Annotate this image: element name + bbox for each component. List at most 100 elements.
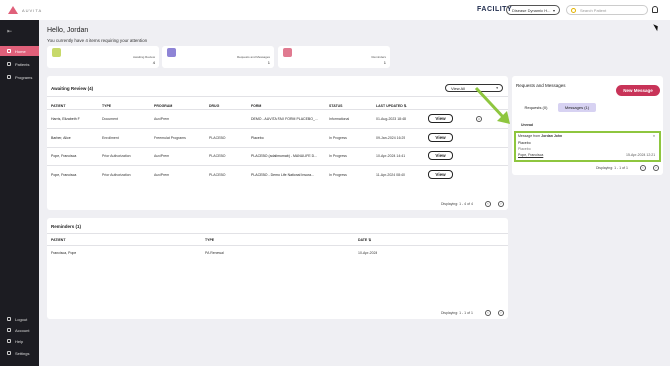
stat-value: 1 (267, 60, 270, 65)
stat-card-requests[interactable]: Requests and Messages 1 (162, 46, 274, 68)
new-message-button[interactable]: New Message (616, 85, 660, 96)
updated-cell: 01-Aug-2023 18:48 (376, 117, 406, 121)
message-sender: Jordan John (541, 134, 563, 138)
sidebar-item-home[interactable]: Home (0, 46, 39, 56)
form-link[interactable]: DEMO - AUVITA FAX FORM PLACEBO_... (251, 117, 323, 121)
patient-link[interactable]: Pope, Francisca (51, 173, 101, 177)
program-cell: AuviPrem (154, 173, 170, 177)
program-cell: Freemulat Programs (154, 136, 186, 140)
form-link[interactable]: PLACEBO (adalimumab) - MANULIFE D... (251, 154, 323, 158)
close-icon[interactable]: × (653, 134, 655, 138)
column-header-drug[interactable]: DRUG (209, 104, 219, 108)
divider (47, 165, 508, 166)
view-button[interactable]: View (428, 114, 453, 123)
program-cell: AuviPrem (154, 117, 170, 121)
patients-icon (7, 62, 11, 66)
sidebar-item-help[interactable]: Help (0, 336, 39, 346)
annotation-arrow (474, 86, 510, 124)
stat-card-reminders[interactable]: Reminders 1 (278, 46, 390, 68)
view-button[interactable]: View (428, 170, 453, 179)
form-link[interactable]: PLACEBO - Demo Life National Insura... (251, 173, 323, 177)
patient-link[interactable]: Barber, Alice (51, 136, 101, 140)
pagination-status: Displaying: 1 - 4 of 4 (441, 202, 473, 206)
panel-title: Awaiting Review (4) (51, 86, 94, 91)
patient-link[interactable]: Francisca, Pope (51, 251, 76, 255)
column-header-form[interactable]: FORM (251, 104, 261, 108)
logo[interactable]: AUVITA (8, 6, 42, 14)
reminder-icon (283, 48, 292, 57)
search-icon (571, 8, 576, 13)
sidebar-item-logout[interactable]: Logout (0, 314, 39, 324)
form-link[interactable]: Placebo (251, 136, 323, 140)
column-header-status[interactable]: STATUS (329, 104, 342, 108)
prev-page-button[interactable]: ‹ (485, 201, 491, 207)
tab-requests[interactable]: Requests (0) (518, 103, 554, 112)
stat-value: 4 (152, 60, 155, 65)
prev-page-button[interactable]: ‹ (485, 310, 491, 316)
drug-cell: PLACEBO (209, 154, 226, 158)
message-item[interactable]: Message from Jordan John × Placebo Place… (514, 131, 661, 162)
sidebar-item-label: Logout (15, 317, 28, 322)
sidebar-item-label: Settings (15, 351, 30, 356)
gear-icon (7, 351, 11, 355)
column-header-program[interactable]: PROGRAM (154, 104, 172, 108)
sidebar-item-settings[interactable]: Settings (0, 348, 39, 358)
reminders-panel: Reminders (1) PATIENT TYPE DATE ⇅ Franci… (47, 218, 508, 319)
message-from: Message from Jordan John (518, 134, 562, 138)
column-header-last-updated[interactable]: LAST UPDATED ⇅ (376, 104, 407, 108)
facility-select[interactable]: Disease Dynamic H... ▾ (506, 5, 560, 15)
type-cell: Prior Authorization (102, 154, 131, 158)
tab-messages[interactable]: Messages (1) (558, 103, 596, 112)
type-cell: Prior Authorization (102, 173, 131, 177)
bell-icon[interactable] (652, 6, 658, 13)
column-header-type[interactable]: TYPE (205, 238, 214, 242)
type-cell: Document (102, 117, 118, 121)
next-page-button[interactable]: › (653, 165, 659, 171)
view-button[interactable]: View (428, 151, 453, 160)
logo-icon (8, 6, 18, 14)
panel-title: Requests and Messages (516, 83, 566, 88)
patient-link[interactable]: Pope, Francisca (51, 154, 101, 158)
view-filter-value: View All (451, 86, 465, 91)
sidebar-item-account[interactable]: Account (0, 325, 39, 335)
sidebar-item-patients[interactable]: Patients (0, 59, 39, 69)
stat-label: Awaiting Review (133, 55, 155, 59)
drug-cell: PLACEBO (209, 136, 226, 140)
status-cell: In Progress (329, 136, 347, 140)
view-button[interactable]: View (428, 133, 453, 142)
column-header-label: LAST UPDATED (376, 104, 403, 108)
awaiting-review-panel: Awaiting Review (4) View All ▾ PATIENT T… (47, 76, 508, 210)
updated-cell: 09-Jan-2024 16:25 (376, 136, 406, 140)
greeting-subtitle: You currently have 4 items requiring you… (47, 38, 148, 43)
message-body: Placebo (518, 147, 531, 151)
sidebar-item-programs[interactable]: Programs (0, 72, 39, 82)
column-header-patient[interactable]: PATIENT (51, 238, 65, 242)
next-page-button[interactable]: › (498, 201, 504, 207)
sidebar-item-label: Patients (15, 62, 30, 67)
date-cell: 10-Apr-2024 (358, 251, 378, 255)
column-header-date[interactable]: DATE ⇅ (358, 238, 371, 242)
column-header-patient[interactable]: PATIENT (51, 104, 65, 108)
divider (47, 96, 508, 97)
requests-panel: Requests and Messages New Message Reques… (512, 76, 663, 175)
sort-icon: ⇅ (368, 238, 372, 242)
programs-icon (7, 75, 11, 79)
stat-card-awaiting-review[interactable]: Awaiting Review 4 (47, 46, 159, 68)
review-icon (52, 48, 61, 57)
column-header-type[interactable]: TYPE (102, 104, 111, 108)
drug-cell: PLACEBO (209, 173, 226, 177)
collapse-sidebar-icon[interactable]: ⇤ (7, 28, 12, 35)
prev-page-button[interactable]: ‹ (640, 165, 646, 171)
message-subject: Placebo (518, 141, 531, 145)
sort-icon: ⇅ (403, 104, 407, 108)
sidebar-item-label: Help (15, 339, 24, 344)
program-cell: AuviPrem (154, 154, 170, 158)
pagination-status: Displaying: 1 - 1 of 1 (441, 311, 473, 315)
message-patient-link[interactable]: Pope, Francisca (518, 153, 543, 157)
status-cell: Informational (329, 117, 350, 121)
next-page-button[interactable]: › (498, 310, 504, 316)
logout-icon (7, 317, 11, 321)
search-input[interactable]: Search Patient (566, 5, 648, 15)
patient-link[interactable]: Harris, Elizabeth F (51, 117, 101, 121)
divider (47, 147, 508, 148)
